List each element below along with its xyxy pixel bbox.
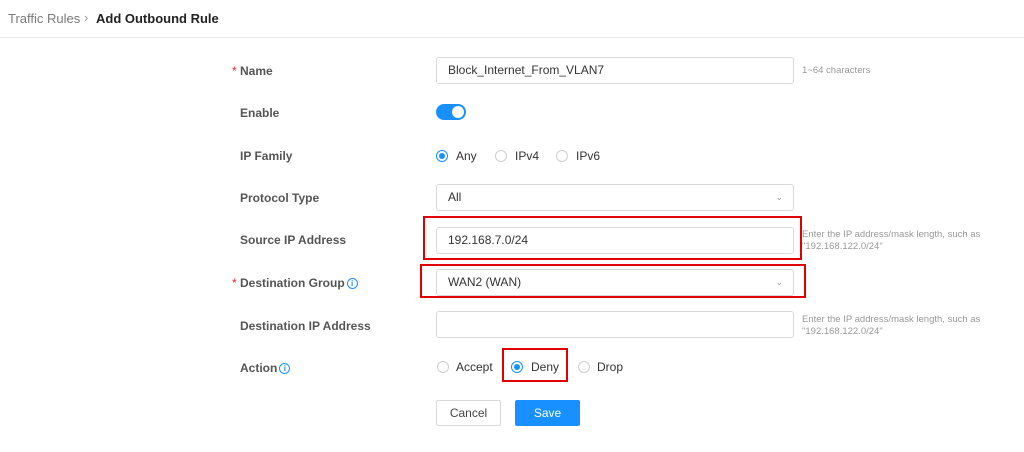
required-mark-name: * xyxy=(232,64,237,78)
enable-label: Enable xyxy=(240,106,280,120)
source-ip-highlight-box xyxy=(423,216,802,260)
chevron-down-icon: ⌄ xyxy=(775,192,783,202)
source-ip-hint: Enter the IP address/mask length, such a… xyxy=(802,229,981,252)
destination-ip-label: Destination IP Address xyxy=(240,319,371,333)
action-deny-highlight-box xyxy=(502,348,568,382)
destination-ip-hint: Enter the IP address/mask length, such a… xyxy=(802,314,981,337)
info-circle-icon[interactable]: i xyxy=(279,363,291,374)
save-button[interactable]: Save xyxy=(515,400,580,426)
ip-family-ipv6-label[interactable]: IPv6 xyxy=(576,149,600,163)
info-circle-icon[interactable]: i xyxy=(346,278,358,289)
destination-group-highlight-box xyxy=(420,264,806,298)
action-label: Action i xyxy=(240,361,291,375)
source-ip-label: Source IP Address xyxy=(240,233,347,247)
breadcrumb-traffic-rules[interactable]: Traffic Rules xyxy=(8,11,80,26)
action-drop-radio[interactable] xyxy=(578,361,590,373)
action-drop-label[interactable]: Drop xyxy=(597,360,623,374)
page-title: Add Outbound Rule xyxy=(96,11,219,26)
ip-family-ipv4-radio[interactable] xyxy=(495,150,507,162)
ip-family-ipv6-radio[interactable] xyxy=(556,150,568,162)
protocol-type-label: Protocol Type xyxy=(240,191,320,205)
cancel-button[interactable]: Cancel xyxy=(436,400,501,426)
action-accept-radio[interactable] xyxy=(437,361,449,373)
name-hint: 1~64 characters xyxy=(802,65,871,76)
name-input[interactable]: Block_Internet_From_VLAN7 xyxy=(436,57,794,84)
name-label: Name xyxy=(240,64,273,78)
action-accept-label[interactable]: Accept xyxy=(456,360,493,374)
protocol-type-select[interactable]: All ⌄ xyxy=(436,184,794,211)
ip-family-ipv4-label[interactable]: IPv4 xyxy=(515,149,539,163)
action-label-text: Action xyxy=(240,361,278,375)
toggle-knob xyxy=(452,106,464,118)
ip-family-any-label[interactable]: Any xyxy=(456,149,477,163)
name-input-value: Block_Internet_From_VLAN7 xyxy=(448,63,605,77)
ip-family-any-radio[interactable] xyxy=(436,150,448,162)
enable-toggle[interactable] xyxy=(436,104,466,120)
destination-group-label-text: Destination Group xyxy=(240,276,345,290)
ip-family-label: IP Family xyxy=(240,149,293,163)
destination-group-label: Destination Group i xyxy=(240,276,358,290)
required-mark-destination-group: * xyxy=(232,276,237,290)
protocol-type-value: All xyxy=(448,190,462,204)
breadcrumb-separator: › xyxy=(84,10,89,25)
destination-ip-input[interactable] xyxy=(436,311,794,338)
page-header: Traffic Rules › Add Outbound Rule xyxy=(0,0,1024,38)
